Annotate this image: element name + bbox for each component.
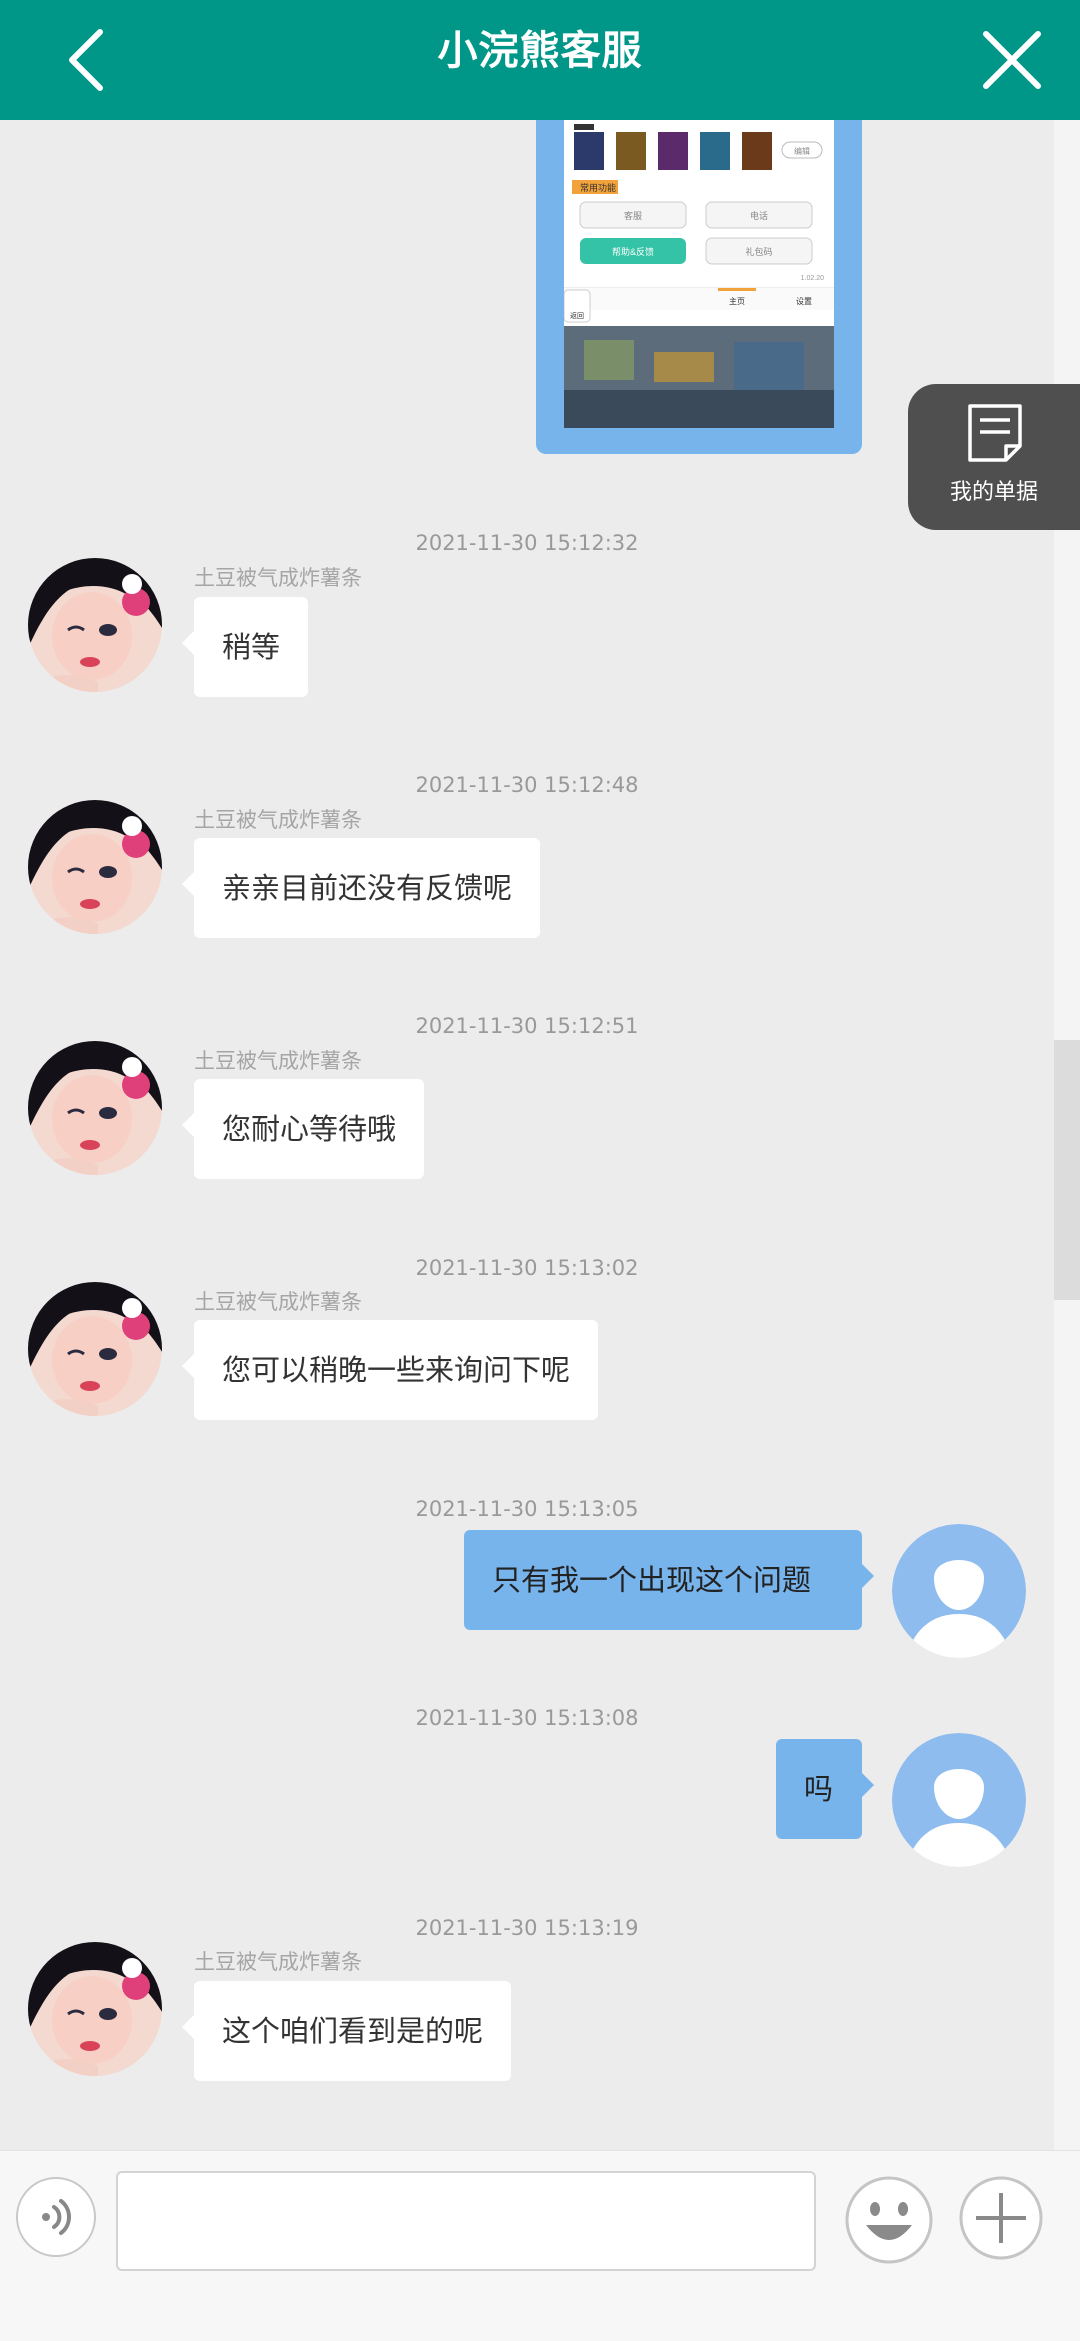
agent-message-bubble[interactable]: 您可以稍晚一些来询问下呢 [181,1320,599,1420]
message-timestamp: 2021-11-30 15:13:08 [415,1706,639,1730]
message-input[interactable] [116,2171,816,2271]
voice-icon [42,2199,71,2235]
svg-text:主页: 主页 [729,296,745,306]
message-timestamp: 2021-11-30 15:13:02 [415,1256,639,1280]
user-avatar-icon [892,1733,1026,1867]
top-bar: 小浣熊客服 [0,0,1080,120]
svg-text:电话: 电话 [750,210,768,221]
agent-avatar-icon [28,1282,162,1416]
svg-text:客服: 客服 [624,210,642,221]
emoji-button-icon[interactable] [844,2175,934,2265]
close-icon[interactable] [980,28,1044,92]
screenshot-image[interactable]: 编辑 常用功能 客服 电话 帮助&反馈 礼包码 1.02.20 返回 主页 设置 [564,120,834,428]
svg-text:返回: 返回 [570,312,584,320]
svg-text:设置: 设置 [796,296,812,306]
agent-nickname: 土豆被气成炸薯条 [194,566,362,590]
agent-avatar-icon [28,558,162,692]
user-avatar[interactable] [892,1524,1026,1658]
agent-message-bubble[interactable]: 这个咱们看到是的呢 [181,1981,512,2081]
more-options-plus-icon[interactable] [958,2175,1044,2261]
svg-text:1.02.20: 1.02.20 [801,275,824,282]
agent-avatar-icon [28,800,162,934]
agent-message-bubble[interactable]: 稍等 [181,597,309,697]
agent-avatar[interactable] [28,1942,162,2076]
page-title: 小浣熊客服 [437,28,643,74]
user-avatar-icon [892,1524,1026,1658]
svg-text:常用功能: 常用功能 [580,182,616,193]
my-orders-button[interactable]: 我的单据 [908,384,1080,530]
message-timestamp: 2021-11-30 15:13:05 [415,1497,639,1521]
user-message-bubble[interactable]: 吗 [776,1739,874,1839]
message-timestamp: 2021-11-30 15:12:32 [415,531,639,555]
agent-message-bubble[interactable]: 您耐心等待哦 [181,1079,425,1179]
user-message-bubble[interactable]: 只有我一个出现这个问题 [464,1530,874,1630]
agent-nickname: 土豆被气成炸薯条 [194,1290,362,1314]
message-timestamp: 2021-11-30 15:13:19 [415,1916,639,1940]
agent-avatar[interactable] [28,800,162,934]
agent-nickname: 土豆被气成炸薯条 [194,808,362,832]
screenshot-thumbnail-icon: 编辑 常用功能 客服 电话 帮助&反馈 礼包码 1.02.20 返回 主页 设置 [564,120,834,428]
agent-avatar[interactable] [28,1282,162,1416]
message-timestamp: 2021-11-30 15:12:48 [415,773,639,797]
agent-nickname: 土豆被气成炸薯条 [194,1950,362,1974]
input-bar [0,2150,1080,2341]
document-icon [968,404,1022,462]
svg-text:礼包码: 礼包码 [745,246,772,257]
agent-avatar[interactable] [28,1041,162,1175]
agent-message-bubble[interactable]: 亲亲目前还没有反馈呢 [181,838,541,938]
svg-text:帮助&反馈: 帮助&反馈 [612,246,654,257]
message-timestamp: 2021-11-30 15:12:51 [415,1014,639,1038]
svg-text:编辑: 编辑 [794,146,810,156]
image-message-bubble[interactable]: 编辑 常用功能 客服 电话 帮助&反馈 礼包码 1.02.20 返回 主页 设置 [536,120,862,454]
voice-button[interactable] [16,2177,96,2257]
scrollbar-thumb[interactable] [1054,1040,1080,1300]
agent-avatar[interactable] [28,558,162,692]
my-orders-label: 我的单据 [949,480,1038,505]
agent-nickname: 土豆被气成炸薯条 [194,1049,362,1073]
agent-avatar-icon [28,1942,162,2076]
user-avatar[interactable] [892,1733,1026,1867]
agent-avatar-icon [28,1041,162,1175]
